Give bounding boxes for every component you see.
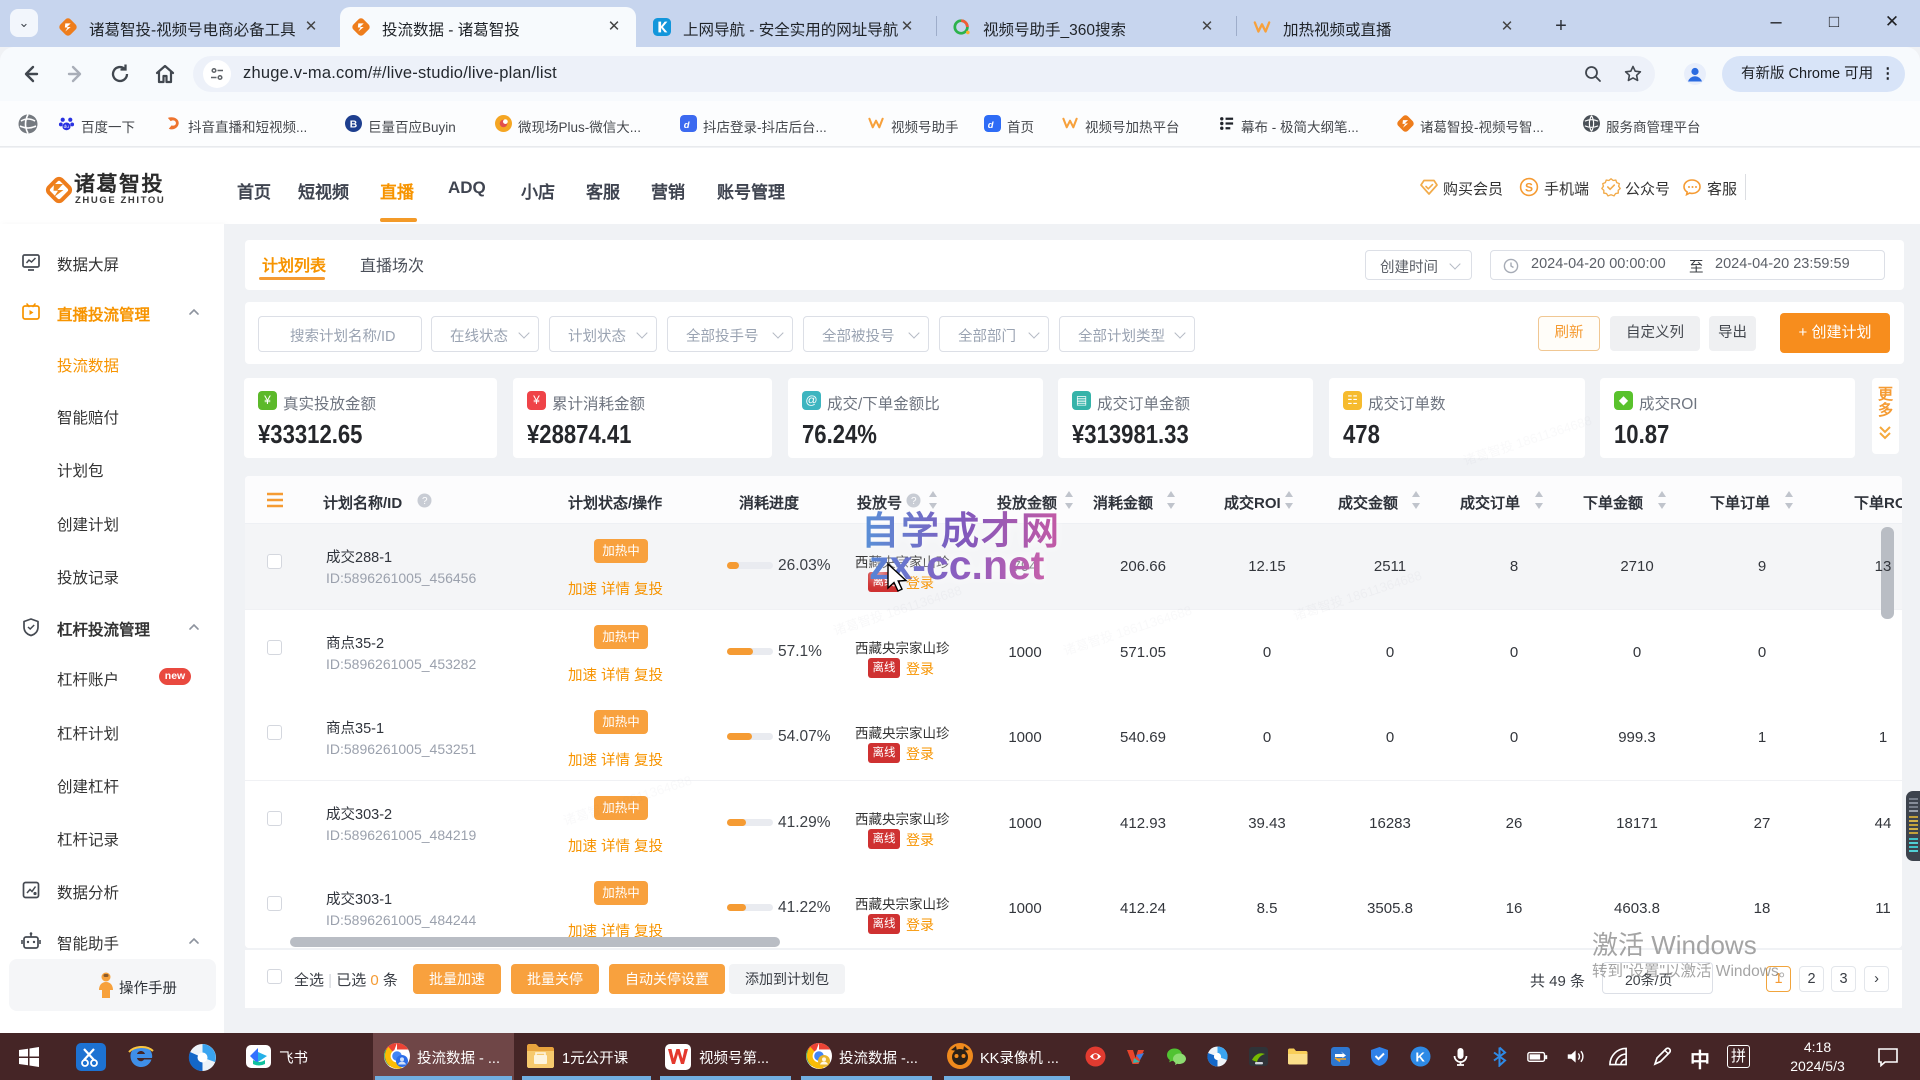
svg-text:S: S <box>1525 181 1533 195</box>
svg-text:du: du <box>64 124 70 130</box>
svg-text:?: ? <box>422 496 428 507</box>
svg-text:d: d <box>684 120 690 131</box>
svg-text:B: B <box>350 119 358 130</box>
svg-text:K: K <box>1416 1050 1426 1065</box>
svg-text:d: d <box>988 120 994 131</box>
